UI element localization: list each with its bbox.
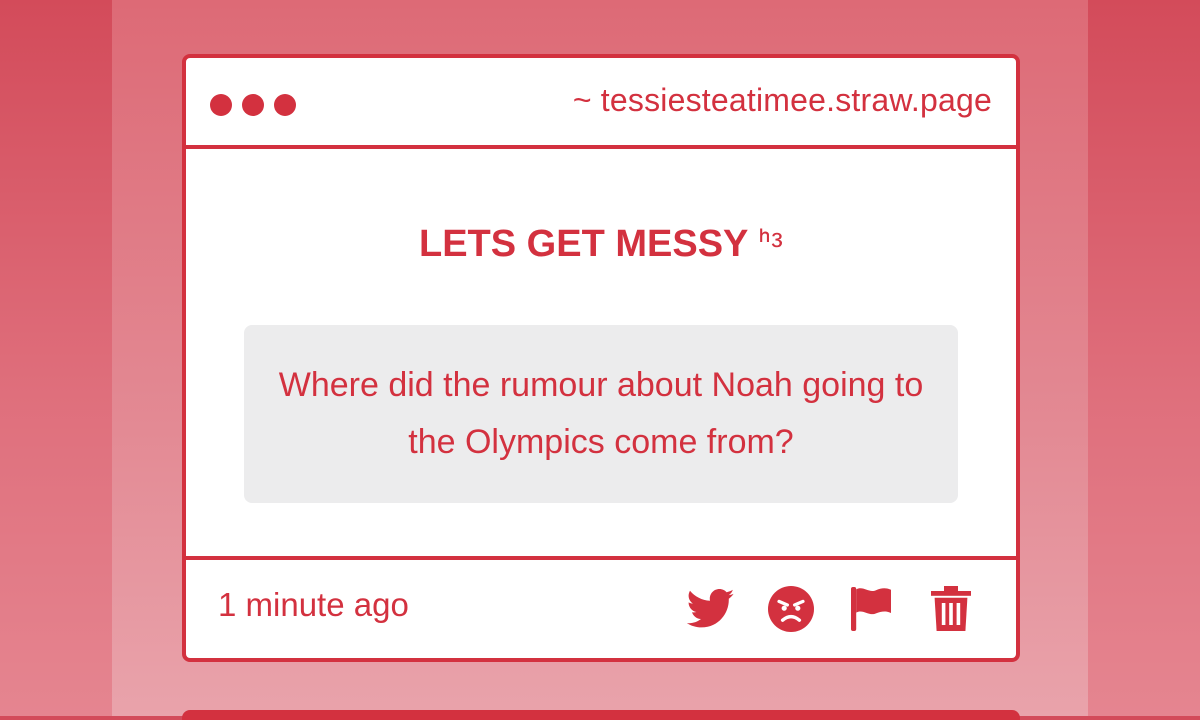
card-content: LETS GET MESSY ᑋᵌ Where did the rumour a… [186,149,1016,556]
heading-text: LETS GET MESSY [419,223,748,265]
question-box: Where did the rumour about Noah going to… [244,325,958,503]
action-bar [686,584,976,634]
angry-face-icon [768,586,814,632]
question-text: Where did the rumour about Noah going to… [278,366,924,461]
trash-icon [931,586,971,631]
react-angry-button[interactable] [766,584,816,634]
share-twitter-button[interactable] [686,584,736,634]
heading-emoji: ᑋᵌ [758,223,783,265]
window-dot [274,94,296,116]
page-url[interactable]: ~ tessiesteatimee.straw.page [573,82,992,119]
next-card-edge [182,710,1020,720]
report-button[interactable] [846,584,896,634]
timestamp: 1 minute ago [218,586,409,623]
card-footer: 1 minute ago [186,556,1016,658]
flag-icon [851,587,891,631]
message-card: ~ tessiesteatimee.straw.page LETS GET ME… [182,54,1020,662]
twitter-icon [687,589,735,628]
window-dots [210,94,296,116]
window-dot [242,94,264,116]
window-titlebar: ~ tessiesteatimee.straw.page [186,58,1016,149]
delete-button[interactable] [926,584,976,634]
card-heading: LETS GET MESSY ᑋᵌ [186,223,1016,266]
window-dot [210,94,232,116]
